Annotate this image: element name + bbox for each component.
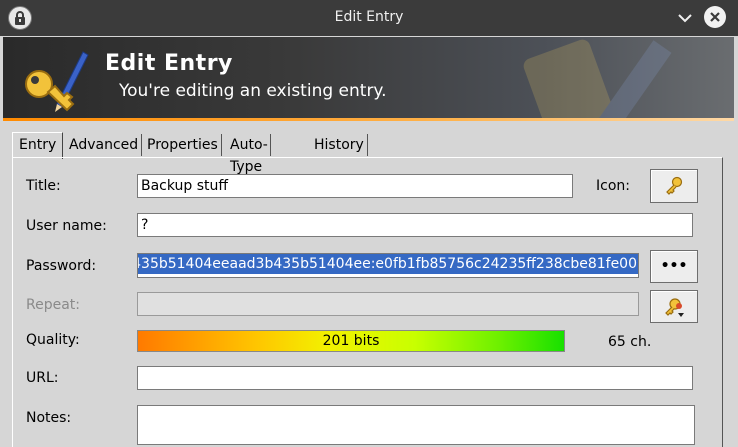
tab-history[interactable]: History bbox=[311, 134, 368, 156]
close-icon[interactable] bbox=[704, 6, 726, 28]
tab-properties[interactable]: Properties bbox=[144, 134, 222, 156]
tab-advanced[interactable]: Advanced bbox=[66, 134, 143, 156]
title-input[interactable]: Backup stuff bbox=[137, 174, 573, 198]
url-label: URL: bbox=[26, 370, 59, 386]
key-pencil-icon bbox=[25, 51, 89, 112]
repeat-input[interactable] bbox=[137, 292, 639, 316]
minimize-chevron-icon[interactable] bbox=[675, 8, 695, 28]
password-input[interactable]: d3b435b51404eeaad3b435b51404ee:e0fb1fb85… bbox=[137, 253, 639, 278]
notes-label: Notes: bbox=[26, 410, 72, 426]
username-label: User name: bbox=[26, 218, 107, 234]
toggle-password-visibility-button[interactable]: ••• bbox=[650, 250, 698, 283]
username-input[interactable]: ? bbox=[137, 213, 693, 237]
window-title: Edit Entry bbox=[334, 9, 404, 25]
tab-entry[interactable]: Entry bbox=[12, 132, 64, 159]
banner-subtitle: You're editing an existing entry. bbox=[119, 81, 387, 101]
password-selected-text: d3b435b51404eeaad3b435b51404ee:e0fb1fb85… bbox=[138, 254, 638, 274]
background-key-icon bbox=[523, 39, 672, 121]
quality-label: Quality: bbox=[26, 332, 80, 348]
repeat-label: Repeat: bbox=[26, 297, 80, 313]
url-input[interactable] bbox=[137, 366, 693, 390]
password-generator-button[interactable] bbox=[650, 290, 698, 323]
banner-accent-stripe bbox=[3, 118, 734, 121]
banner-title: Edit Entry bbox=[105, 51, 233, 76]
header-banner: Edit Entry You're editing an existing en… bbox=[3, 37, 734, 121]
password-length: 65 ch. bbox=[608, 334, 652, 350]
password-quality-bar: 201 bits bbox=[137, 330, 565, 352]
tab-auto-type[interactable]: Auto-Type bbox=[227, 134, 271, 175]
title-label: Title: bbox=[26, 178, 61, 194]
key-generator-icon bbox=[665, 298, 684, 317]
window-titlebar: Edit Entry bbox=[0, 0, 738, 36]
password-label: Password: bbox=[26, 258, 97, 274]
key-icon bbox=[666, 176, 683, 195]
notes-textarea[interactable] bbox=[137, 405, 695, 445]
icon-picker-button[interactable] bbox=[650, 169, 698, 203]
icon-label: Icon: bbox=[596, 178, 630, 194]
